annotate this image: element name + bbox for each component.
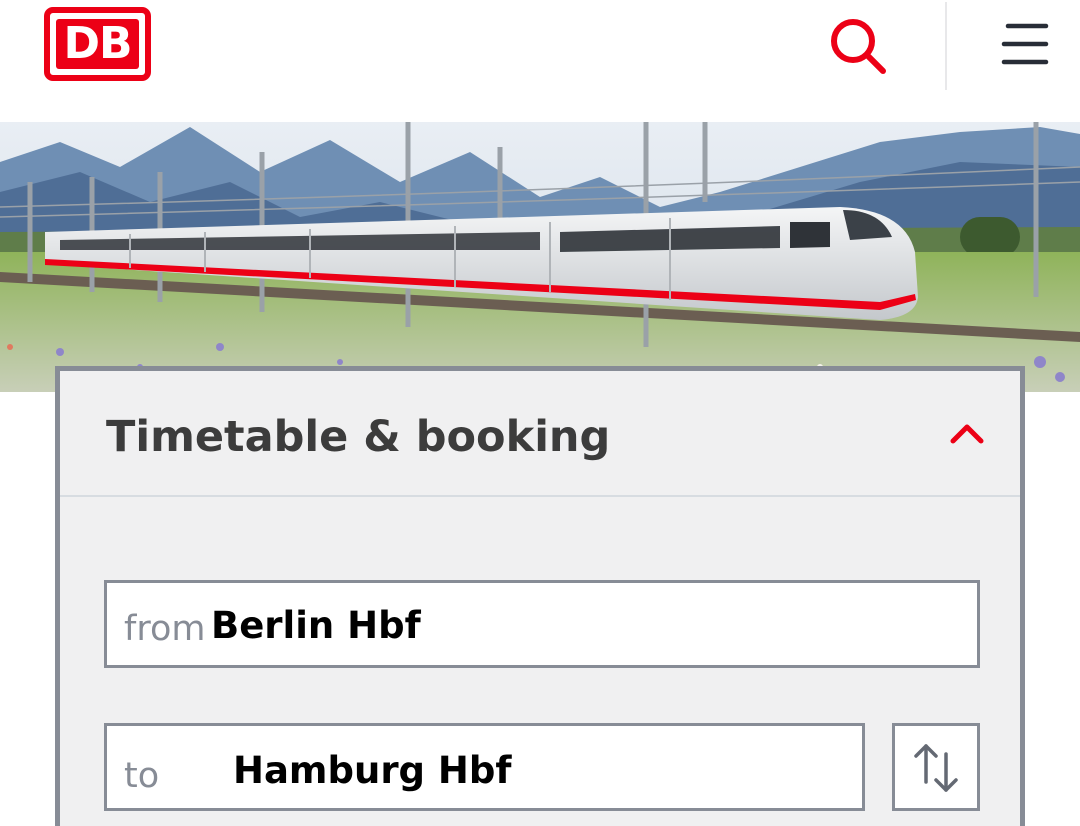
booking-panel-header[interactable]: Timetable & booking [60,371,1020,497]
from-value[interactable]: Berlin Hbf [211,603,421,649]
from-label: from [124,609,206,649]
search-icon [831,19,886,74]
swap-arrows-icon [914,744,958,792]
menu-button[interactable] [996,18,1056,72]
swap-stations-button[interactable] [892,723,980,811]
db-logo[interactable]: DB [44,7,151,81]
to-field[interactable]: to Hamburg Hbf [104,723,865,811]
header-divider [945,2,947,90]
to-label: to [124,756,160,796]
to-value[interactable]: Hamburg Hbf [233,748,511,794]
db-logo-text: DB [56,19,139,69]
hamburger-menu-icon [1001,23,1049,65]
site-header: DB [0,0,1080,122]
search-button[interactable] [822,10,894,82]
chevron-up-icon[interactable] [949,421,985,445]
hero-image [0,122,1080,392]
booking-panel: Timetable & booking from Berlin Hbf to H… [55,366,1025,826]
hero-train-illustration [0,122,1080,392]
booking-title: Timetable & booking [106,412,611,462]
from-field[interactable]: from Berlin Hbf [104,580,980,668]
